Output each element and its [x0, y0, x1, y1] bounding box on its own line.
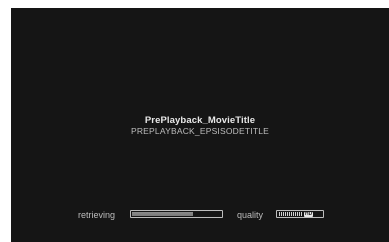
quality-meter: HD	[276, 210, 324, 218]
retrieving-label: retrieving	[78, 210, 116, 220]
quality-bar	[283, 212, 284, 216]
quality-bar	[289, 212, 290, 216]
quality-bar	[285, 212, 286, 216]
quality-bar	[301, 212, 302, 216]
movie-title: PrePlayback_MovieTitle	[144, 115, 256, 126]
quality-bar	[281, 212, 282, 216]
quality-label: quality	[237, 210, 264, 220]
quality-bar	[279, 212, 280, 216]
quality-bar	[295, 212, 296, 216]
quality-bar	[287, 212, 288, 216]
quality-bar	[291, 212, 292, 216]
quality-bar	[297, 212, 298, 216]
status-row: retrieving quality HD	[11, 208, 389, 222]
retrieving-progress-bar	[130, 210, 223, 218]
quality-bar	[299, 212, 300, 216]
retrieving-progress-fill	[132, 212, 193, 216]
title-block: PrePlayback_MovieTitle PREPLAYBACK_EPSIS…	[11, 115, 389, 137]
hd-badge: HD	[304, 210, 314, 217]
episode-title: PREPLAYBACK_EPSISODETITLE	[130, 126, 270, 136]
quality-bar	[293, 212, 294, 216]
preplayback-screen: PrePlayback_MovieTitle PREPLAYBACK_EPSIS…	[11, 8, 389, 242]
quality-level-bars	[279, 212, 303, 216]
